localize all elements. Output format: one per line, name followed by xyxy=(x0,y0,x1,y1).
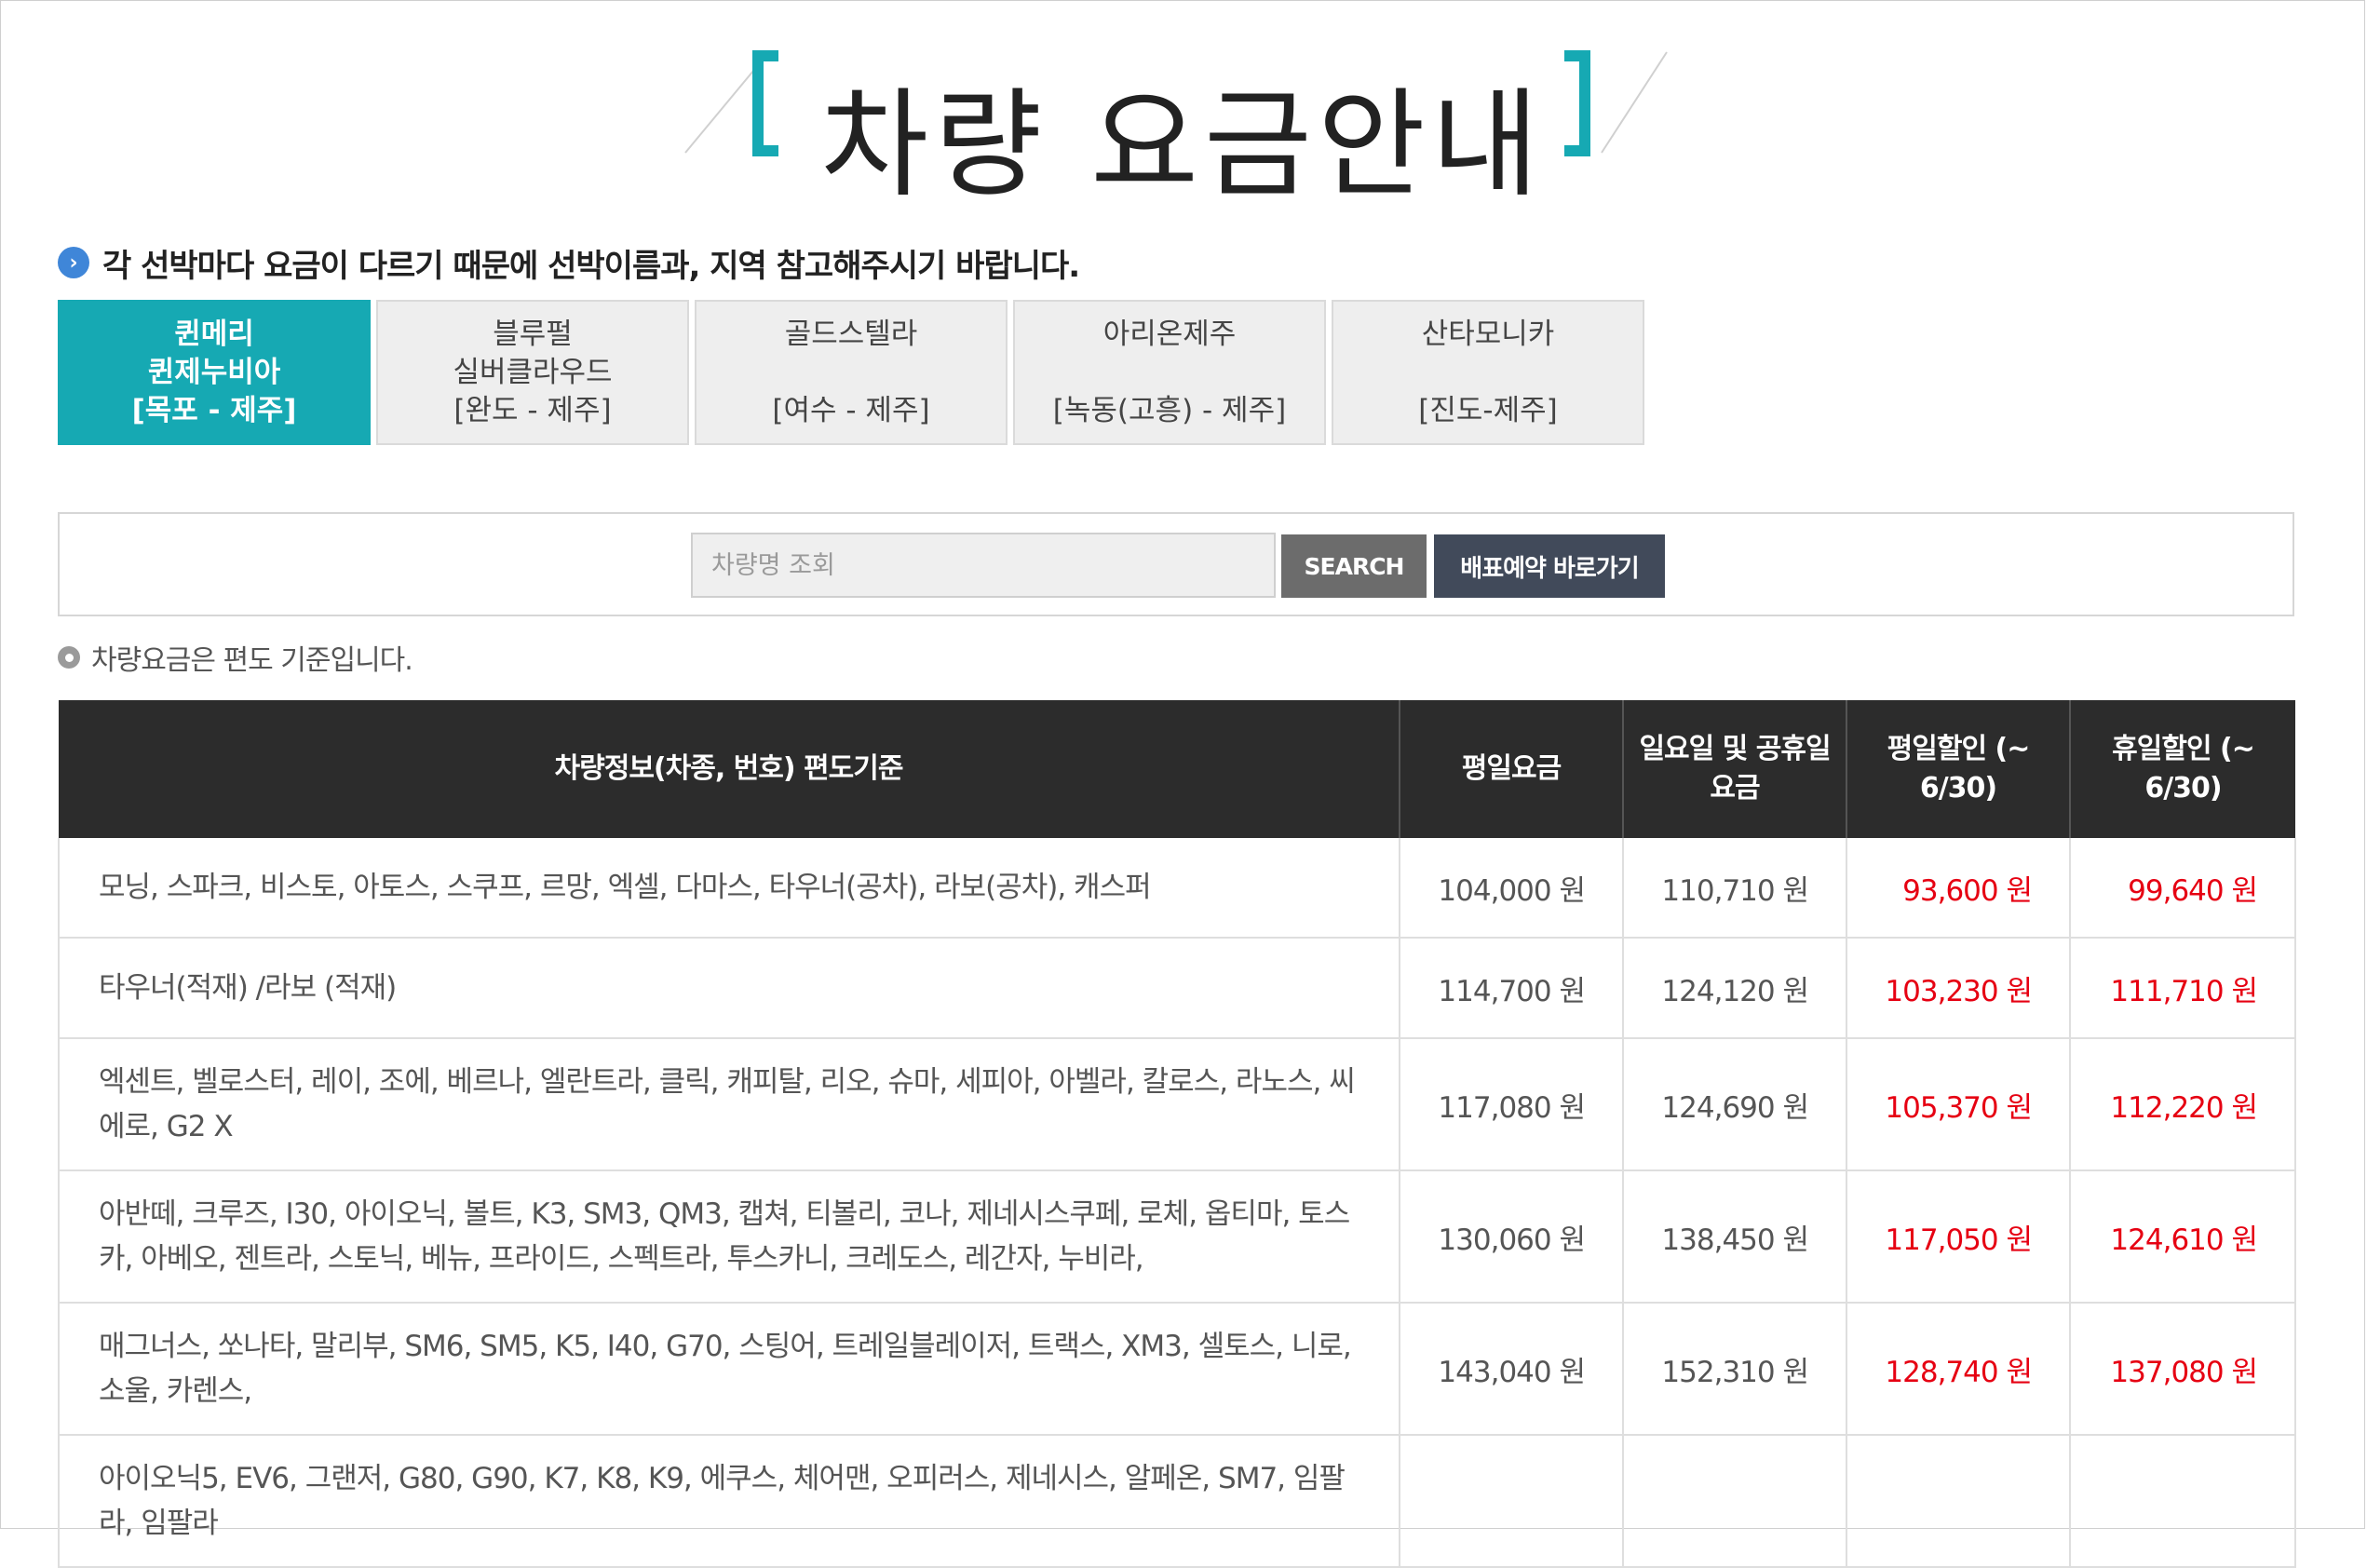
search-box: SEARCH 배표예약 바로가기 xyxy=(58,512,2294,616)
holiday-discount-cell: 124,610 원 xyxy=(2069,1170,2296,1304)
notice: › 각 선박마다 요금이 다르기 때문에 선박이름과, 지역 참고해주시기 바랍… xyxy=(58,238,1080,287)
vehicle-cell: 엑센트, 벨로스터, 레이, 조에, 베르나, 엘란트라, 클릭, 캐피탈, 리… xyxy=(58,1038,1400,1171)
table-row: 모닝, 스파크, 비스토, 아토스, 스쿠프, 르망, 엑셀, 다마스, 타우너… xyxy=(58,838,2296,939)
reserve-shortcut-button[interactable]: 배표예약 바로가기 xyxy=(1434,534,1665,598)
tab-line: 퀸제누비아 xyxy=(147,355,281,389)
tab-line: 퀸메리 xyxy=(174,317,254,351)
holiday-discount-cell: 99,640 원 xyxy=(2069,838,2296,939)
holiday-fare-cell: 152,310 원 xyxy=(1622,1303,1846,1436)
table-row: 엑센트, 벨로스터, 레이, 조에, 베르나, 엘란트라, 클릭, 캐피탈, 리… xyxy=(58,1038,2296,1171)
ship-tabs: 퀸메리 퀸제누비아 [목포 - 제주] 블루펄 실버클라우드 [완도 - 제주]… xyxy=(58,300,1644,445)
tab-route: [완도 - 제주] xyxy=(453,393,612,427)
search-button[interactable]: SEARCH xyxy=(1281,534,1427,598)
chevron-right-circle-icon: › xyxy=(58,247,89,278)
tab-line: 골드스텔라 xyxy=(784,317,918,351)
holiday-discount-cell xyxy=(2069,1435,2296,1568)
tab-line: 산타모니카 xyxy=(1421,317,1555,351)
tab-line: 실버클라우드 xyxy=(453,355,613,389)
vehicle-cell: 아반떼, 크루즈, I30, 아이오닉, 볼트, K3, SM3, QM3, 캡… xyxy=(58,1170,1400,1304)
table-row: 아이오닉5, EV6, 그랜저, G80, G90, K7, K8, K9, 에… xyxy=(58,1435,2296,1568)
weekday-fare-cell: 143,040 원 xyxy=(1399,1303,1623,1436)
tab-blue-pearl[interactable]: 블루펄 실버클라우드 [완도 - 제주] xyxy=(376,300,689,445)
weekday-discount-cell: 117,050 원 xyxy=(1846,1170,2070,1304)
notice-text: 각 선박마다 요금이 다르기 때문에 선박이름과, 지역 참고해주시기 바랍니다… xyxy=(102,247,1080,285)
header-holiday: 일요일 및 공휴일 요금 xyxy=(1622,700,1846,838)
holiday-fare-cell: 124,690 원 xyxy=(1622,1038,1846,1171)
fare-note-text: 차량요금은 편도 기준입니다. xyxy=(91,644,413,677)
weekday-fare-cell: 104,000 원 xyxy=(1399,838,1623,939)
vehicle-cell: 타우너(적재) /라보 (적재) xyxy=(58,938,1400,1039)
gray-dot-icon xyxy=(58,646,80,669)
header-holiday-discount: 휴일할인 (~ 6/30) xyxy=(2069,700,2295,838)
table-row: 타우너(적재) /라보 (적재) 114,700 원 124,120 원 103… xyxy=(58,938,2296,1039)
fare-note: 차량요금은 편도 기준입니다. xyxy=(58,639,413,677)
holiday-fare-cell: 124,120 원 xyxy=(1622,938,1846,1039)
vehicle-cell: 모닝, 스파크, 비스토, 아토스, 스쿠프, 르망, 엑셀, 다마스, 타우너… xyxy=(58,838,1400,939)
table-row: 매그너스, 쏘나타, 말리부, SM6, SM5, K5, I40, G70, … xyxy=(58,1303,2296,1436)
vehicle-search-input[interactable] xyxy=(691,533,1276,598)
holiday-discount-cell: 137,080 원 xyxy=(2069,1303,2296,1436)
holiday-fare-cell: 138,450 원 xyxy=(1622,1170,1846,1304)
header-vehicle: 차량정보(차종, 번호) 편도기준 xyxy=(59,700,1400,838)
table-header-row: 차량정보(차종, 번호) 편도기준 평일요금 일요일 및 공휴일 요금 평일할인… xyxy=(59,700,2295,838)
table-row: 아반떼, 크루즈, I30, 아이오닉, 볼트, K3, SM3, QM3, 캡… xyxy=(58,1170,2296,1304)
holiday-fare-cell xyxy=(1622,1435,1846,1568)
holiday-discount-cell: 111,710 원 xyxy=(2069,938,2296,1039)
weekday-discount-cell: 103,230 원 xyxy=(1846,938,2070,1039)
fare-table: 차량정보(차종, 번호) 편도기준 평일요금 일요일 및 공휴일 요금 평일할인… xyxy=(58,700,2296,1568)
holiday-fare-cell: 110,710 원 xyxy=(1622,838,1846,939)
weekday-fare-cell: 114,700 원 xyxy=(1399,938,1623,1039)
tab-arion-jeju[interactable]: 아리온제주 [녹동(고흥) - 제주] xyxy=(1013,300,1326,445)
tab-line: 아리온제주 xyxy=(1102,317,1237,351)
weekday-fare-cell: 117,080 원 xyxy=(1399,1038,1623,1171)
tab-route: [목포 - 제주] xyxy=(131,393,297,427)
header-weekday-discount: 평일할인 (~ 6/30) xyxy=(1846,700,2070,838)
weekday-discount-cell: 105,370 원 xyxy=(1846,1038,2070,1171)
weekday-fare-cell xyxy=(1399,1435,1623,1568)
weekday-fare-cell: 130,060 원 xyxy=(1399,1170,1623,1304)
tab-queen-mary[interactable]: 퀸메리 퀸제누비아 [목포 - 제주] xyxy=(58,300,371,445)
tab-route: [진도-제주] xyxy=(1418,393,1558,427)
weekday-discount-cell: 128,740 원 xyxy=(1846,1303,2070,1436)
holiday-discount-cell: 112,220 원 xyxy=(2069,1038,2296,1171)
tab-route: [여수 - 제주] xyxy=(772,393,930,427)
weekday-discount-cell xyxy=(1846,1435,2070,1568)
tab-santa-monica[interactable]: 산타모니카 [진도-제주] xyxy=(1332,300,1644,445)
vehicle-cell: 매그너스, 쏘나타, 말리부, SM6, SM5, K5, I40, G70, … xyxy=(58,1303,1400,1436)
weekday-discount-cell: 93,600 원 xyxy=(1846,838,2070,939)
tab-route: [녹동(고흥) - 제주] xyxy=(1052,393,1287,427)
vehicle-cell: 아이오닉5, EV6, 그랜저, G80, G90, K7, K8, K9, 에… xyxy=(58,1435,1400,1568)
tab-gold-stella[interactable]: 골드스텔라 [여수 - 제주] xyxy=(695,300,1008,445)
title-area: 차량 요금안내 xyxy=(652,37,1713,213)
page-title: 차량 요금안내 xyxy=(820,76,1545,213)
header-weekday: 평일요금 xyxy=(1399,700,1623,838)
tab-line: 블루펄 xyxy=(493,317,573,351)
